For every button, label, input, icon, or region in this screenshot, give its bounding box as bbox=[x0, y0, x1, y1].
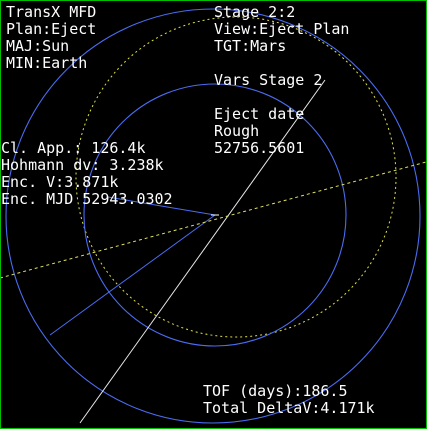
eject-date-block: Eject date Rough 52756.5601 bbox=[214, 106, 304, 157]
encounter-info: Cl. App.: 126.4k Hohmann dv: 3.238k Enc.… bbox=[1, 140, 173, 208]
footer-info: TOF (days):186.5 Total DeltaV:4.171k bbox=[203, 383, 375, 417]
hohmann-dv: Hohmann dv: 3.238k bbox=[1, 156, 164, 174]
eject-date-value: 52756.5601 bbox=[214, 139, 305, 157]
header-left: TransX MFD Plan:Eject MAJ:Sun MIN:Earth bbox=[6, 4, 96, 72]
plan-label: Plan:Eject bbox=[6, 20, 97, 38]
time-of-flight: TOF (days):186.5 bbox=[203, 382, 348, 400]
stage-label: Stage 2:2 bbox=[214, 3, 296, 21]
closest-approach: Cl. App.: 126.4k bbox=[1, 139, 146, 157]
encounter-velocity: Enc. V:3.871k bbox=[1, 173, 119, 191]
eject-date-label: Eject date bbox=[214, 105, 305, 123]
encounter-mjd: Enc. MJD 52943.0302 bbox=[1, 190, 173, 208]
eject-date-mode: Rough bbox=[214, 122, 260, 140]
total-delta-v: Total DeltaV:4.171k bbox=[203, 399, 375, 417]
mfd-title: TransX MFD bbox=[6, 3, 97, 21]
minor-body-label: MIN:Earth bbox=[6, 54, 88, 72]
view-label: View:Eject Plan bbox=[214, 20, 350, 38]
header-right: Stage 2:2 View:Eject Plan TGT:Mars bbox=[214, 4, 349, 55]
target-label: TGT:Mars bbox=[214, 37, 287, 55]
transx-mfd-display: TransX MFD Plan:Eject MAJ:Sun MIN:Earth … bbox=[0, 0, 427, 429]
major-body-label: MAJ:Sun bbox=[6, 37, 70, 55]
vars-stage-label: Vars Stage 2 bbox=[214, 71, 323, 89]
